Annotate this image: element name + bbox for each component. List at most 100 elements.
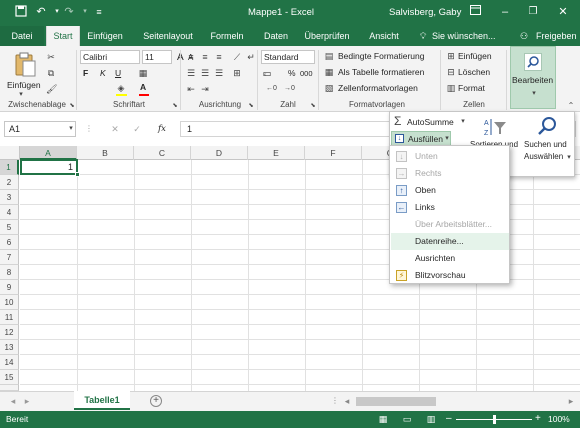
add-sheet-button[interactable]: + [150,395,162,407]
orientation-icon[interactable]: ⟋ [232,52,242,62]
paste-button[interactable]: Einfügen [7,80,41,90]
redo-icon[interactable]: ↷ [62,5,76,19]
borders-icon[interactable]: ▦ [138,68,148,78]
page-break-view-icon[interactable]: ▥ [426,414,436,424]
cut-icon[interactable]: ✂ [46,52,56,62]
row-header[interactable]: 11 [0,310,19,325]
tab-view[interactable]: Ansicht [364,26,404,46]
find-select-icon[interactable] [536,115,558,137]
wrap-text-icon[interactable]: ↵ [246,52,256,62]
tab-page-layout[interactable]: Seitenlayout [136,26,200,46]
undo-icon[interactable]: ↶ [34,5,48,19]
normal-view-icon[interactable]: ▦ [378,414,388,424]
menu-item-up[interactable]: ↑ Oben [391,182,509,199]
conditional-format-button[interactable]: Bedingte Formatierung [338,51,424,61]
font-launcher-icon[interactable]: ⬊ [170,101,180,111]
menu-item-right[interactable]: → Rechts [391,165,509,182]
row-header[interactable]: 2 [0,175,19,190]
page-layout-view-icon[interactable]: ▭ [402,414,412,424]
menu-item-flash-fill[interactable]: ⚡︎ Blitzvorschau [391,267,509,284]
user-name[interactable]: Salvisberg, Gaby [389,7,461,18]
redo-dropdown-icon[interactable]: ▾ [78,5,92,19]
tab-data[interactable]: Daten [256,26,296,46]
sheet-tab-tabelle1[interactable]: Tabelle1 [74,391,130,410]
thousands-button[interactable]: 000 [300,69,313,78]
bold-button[interactable]: F [83,68,88,78]
insert-function-button[interactable]: fx [158,124,166,134]
zoom-out-button[interactable]: – [446,413,452,424]
row-header[interactable]: 3 [0,190,19,205]
row-header[interactable]: 6 [0,235,19,250]
fill-handle[interactable] [75,172,80,177]
format-as-table-button[interactable]: Als Tabelle formatieren [338,67,424,77]
align-left-icon[interactable]: ☰ [186,68,196,78]
ribbon-display-icon[interactable] [468,5,482,19]
menu-item-down[interactable]: ↓ Unten [391,148,509,165]
zoom-in-button[interactable]: + [535,413,541,424]
italic-button[interactable]: K [100,68,106,78]
tell-me-box[interactable]: Sie wünschen... [432,31,496,41]
cell-styles-button[interactable]: Zellenformatvorlagen [338,83,418,93]
menu-item-left[interactable]: ← Links [391,199,509,216]
underline-button[interactable]: U [115,68,121,78]
fill-color-icon[interactable]: ◈ [116,83,126,93]
percent-button[interactable]: % [288,68,296,78]
autosum-button[interactable]: AutoSumme [407,117,454,127]
row-header[interactable]: 10 [0,295,19,310]
format-cells-button[interactable]: Format [458,83,485,93]
select-all-button[interactable] [0,146,20,160]
row-header[interactable]: 8 [0,265,19,280]
restore-button[interactable]: ❐ [526,5,540,19]
copy-icon[interactable]: ⧉ [46,68,56,78]
paste-dropdown-icon[interactable]: ▾ [16,90,26,100]
tab-start[interactable]: Start [46,26,80,46]
selected-cell-a1[interactable]: 1 [20,159,78,175]
row-header[interactable]: 12 [0,325,19,340]
save-icon[interactable] [14,5,28,19]
column-header[interactable]: E [248,146,305,160]
font-size-box[interactable]: 11 [142,50,172,64]
fill-button[interactable]: ↓ Ausfüllen ▾ [391,131,451,146]
decrease-indent-icon[interactable]: ⇤ [186,84,196,94]
decrease-decimal-icon[interactable]: →0 [284,84,295,94]
customize-qat-icon[interactable]: ≡ [92,5,106,19]
menu-item-series[interactable]: Datenreihe... [391,233,509,250]
align-bottom-icon[interactable]: ≡ [214,52,224,62]
tab-file[interactable]: Datei [0,26,44,46]
format-painter-icon[interactable]: 🖌︎ [46,84,57,94]
number-format-box[interactable]: Standard [261,50,315,64]
close-button[interactable]: ✕ [556,5,570,19]
font-color-button[interactable]: A [140,82,146,92]
share-button[interactable]: Freigeben [536,31,577,41]
row-header[interactable]: 7 [0,250,19,265]
alignment-launcher-icon[interactable]: ⬊ [246,101,256,111]
tab-insert[interactable]: Einfügen [82,26,128,46]
column-header[interactable]: A [20,146,77,160]
insert-cells-button[interactable]: Einfügen [458,51,492,61]
prev-sheet-icon[interactable]: ◂ [8,396,18,406]
align-center-icon[interactable]: ☰ [200,68,210,78]
merge-icon[interactable]: ⊞ [232,68,242,78]
name-box-dropdown-icon[interactable]: ▾ [66,124,76,134]
minimize-button[interactable]: – [498,5,512,19]
increase-indent-icon[interactable]: ⇥ [200,84,210,94]
align-top-icon[interactable]: ≡ [186,52,196,62]
tab-split-handle[interactable]: ⋮ [330,396,340,406]
hscroll-right-icon[interactable]: ▸ [566,396,576,406]
next-sheet-icon[interactable]: ▸ [22,396,32,406]
horizontal-scrollbar-thumb[interactable] [356,397,436,406]
row-header[interactable]: 5 [0,220,19,235]
cancel-icon[interactable]: ✕ [110,124,120,134]
menu-item-justify[interactable]: Ausrichten [391,250,509,267]
column-header[interactable]: B [77,146,134,160]
delete-cells-button[interactable]: Löschen [458,67,490,77]
sort-filter-icon[interactable]: AZ [484,117,508,137]
autosum-dropdown-icon[interactable]: ▾ [458,117,468,127]
row-header[interactable]: 1 [0,160,19,175]
column-header[interactable]: C [134,146,191,160]
collapse-ribbon-icon[interactable]: ⌃ [566,101,576,111]
zoom-level[interactable]: 100% [548,414,570,424]
align-middle-icon[interactable]: ≡ [200,52,210,62]
zoom-slider-thumb[interactable] [493,415,496,424]
row-header[interactable]: 4 [0,205,19,220]
